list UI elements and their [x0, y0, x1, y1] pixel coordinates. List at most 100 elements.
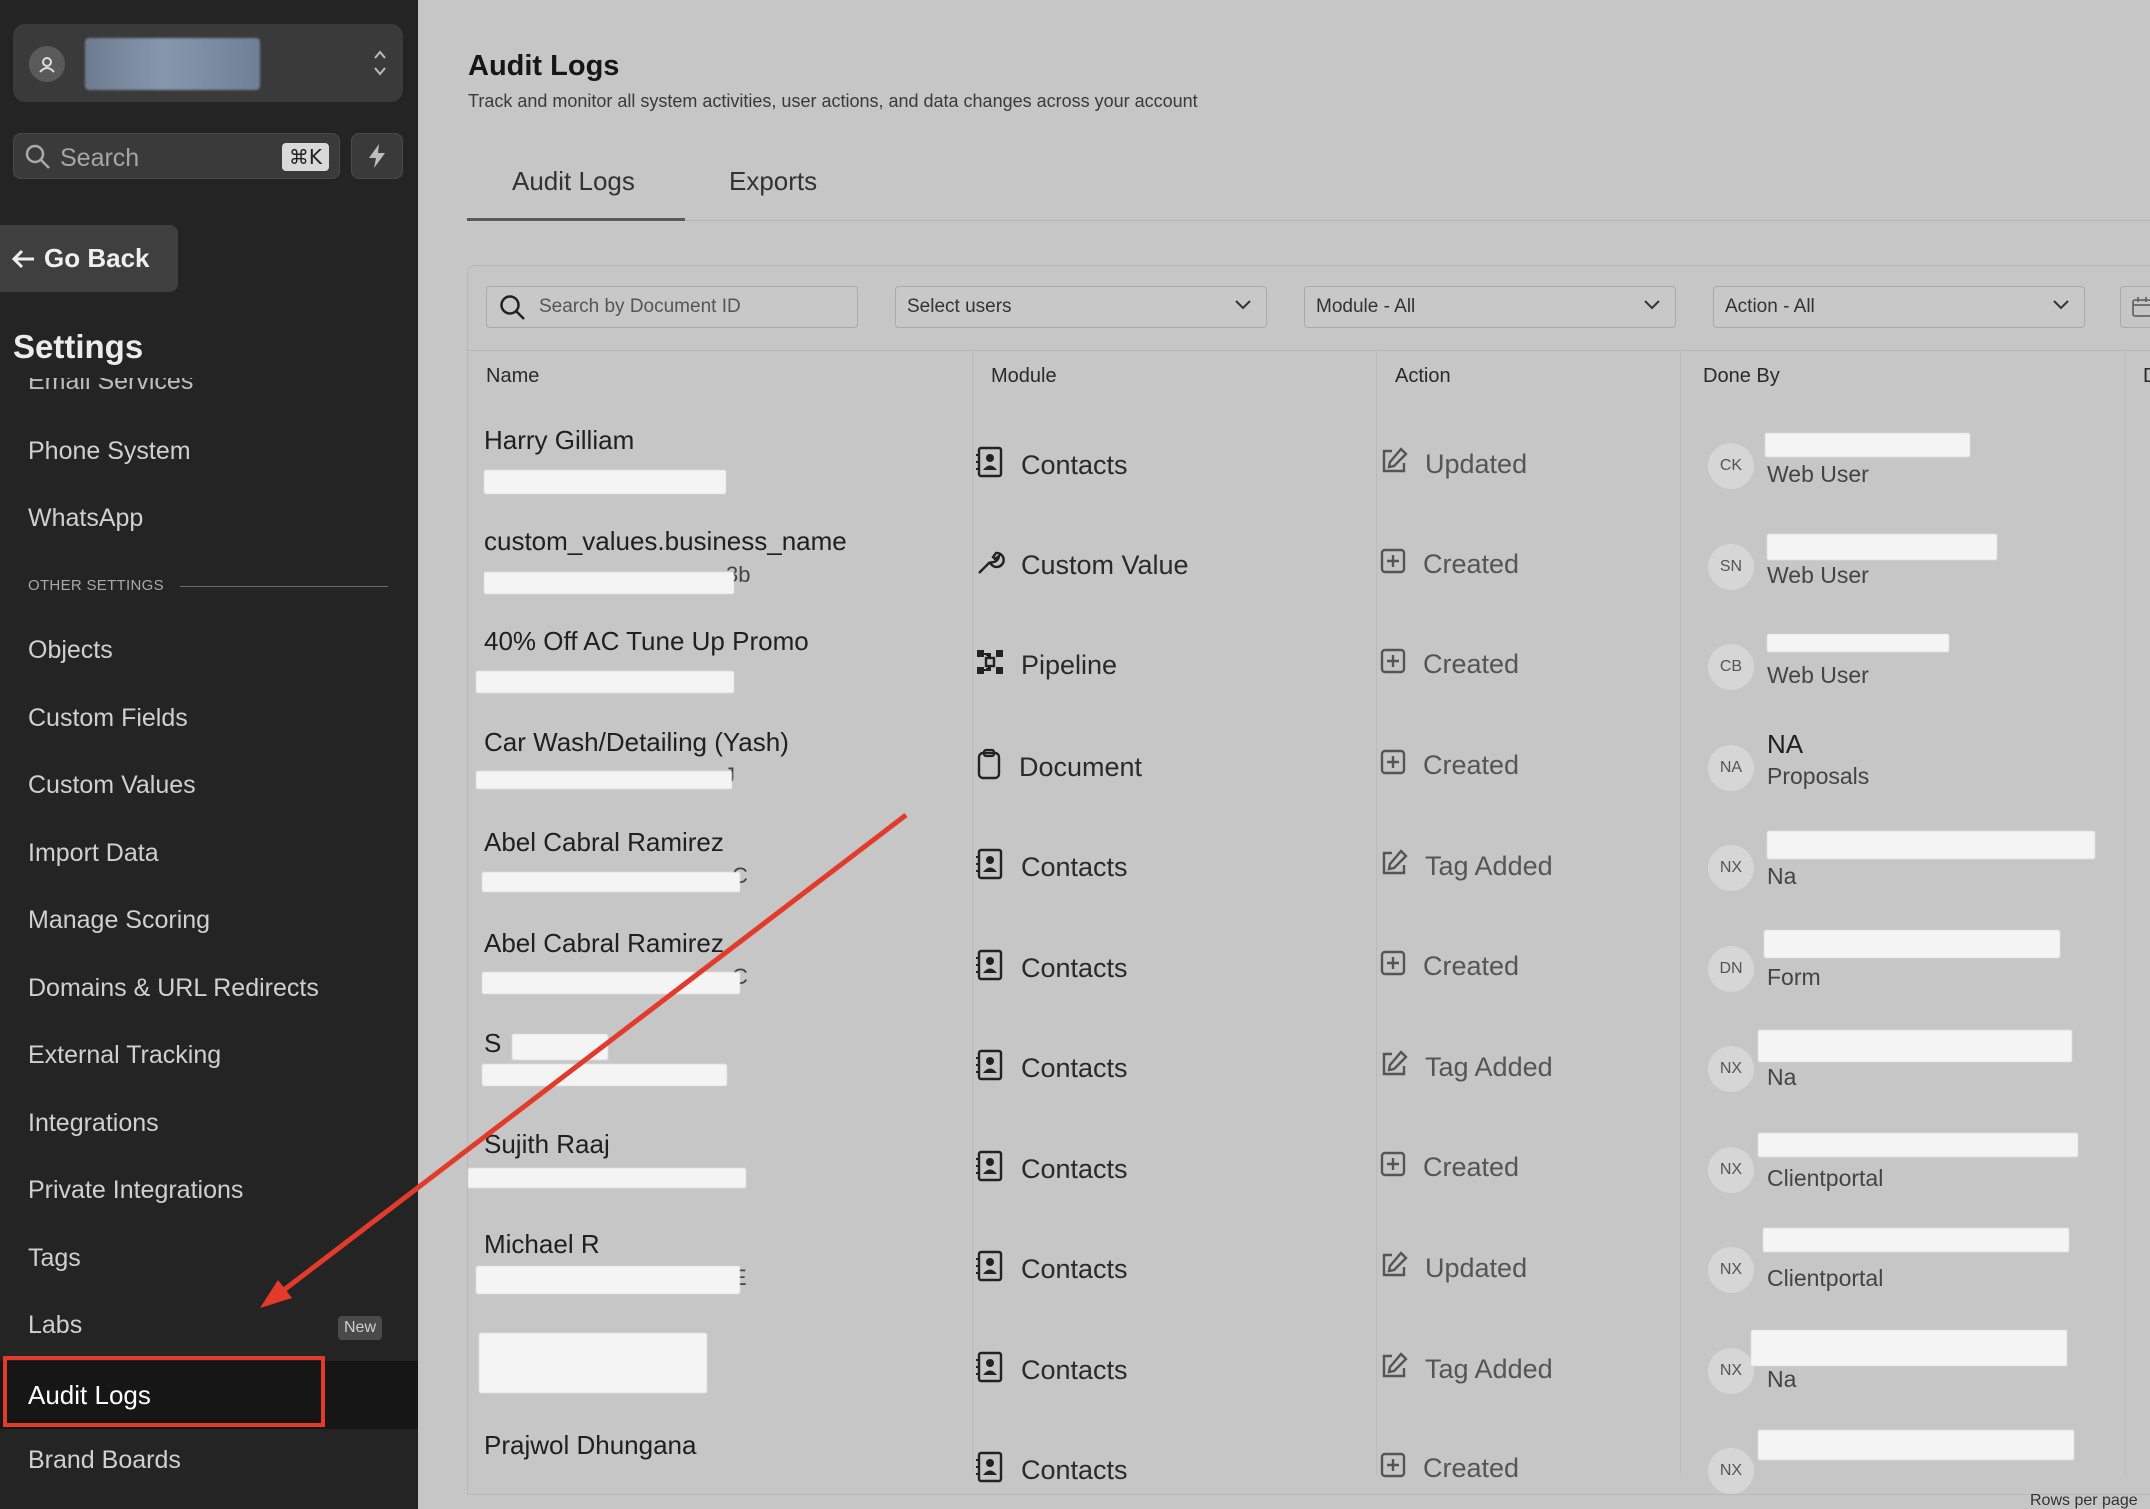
- arrow-left-icon: [12, 249, 34, 268]
- sidebar-item-brand-boards[interactable]: Brand Boards: [28, 1446, 181, 1475]
- row-module: Contacts: [975, 1250, 1128, 1289]
- search-icon: [25, 144, 50, 169]
- document-id-search-input[interactable]: Search by Document ID: [486, 286, 858, 328]
- user-avatar: NX: [1708, 1046, 1754, 1092]
- labs-new-badge: New: [338, 1316, 383, 1340]
- module-filter-dropdown[interactable]: Module - All: [1304, 286, 1676, 328]
- row-action: Updated: [1379, 1250, 1527, 1287]
- section-label-other-settings: OTHER SETTINGS: [28, 577, 164, 594]
- redacted-user: [1758, 1030, 2072, 1062]
- sidebar-item-manage-scoring[interactable]: Manage Scoring: [28, 906, 210, 935]
- date-range-picker[interactable]: [2120, 286, 2150, 328]
- page-subtitle: Track and monitor all system activities,…: [468, 91, 1198, 111]
- column-header-done-by: Done By: [1703, 365, 1780, 387]
- row-module: Contacts: [975, 848, 1128, 887]
- sidebar-item-custom-values[interactable]: Custom Values: [28, 771, 196, 800]
- contact-card-icon: [975, 848, 1005, 887]
- redacted-user: [1767, 634, 1949, 652]
- user-avatar: NX: [1708, 1146, 1754, 1193]
- row-name: custom_values.business_name: [484, 525, 847, 556]
- user-avatar: NX: [1708, 1247, 1754, 1293]
- edit-icon: [1379, 1250, 1409, 1287]
- sidebar-item-external-tracking[interactable]: External Tracking: [28, 1041, 221, 1070]
- sidebar-item-tags[interactable]: Tags: [28, 1244, 81, 1273]
- sidebar-item-clipped[interactable]: Email Services: [28, 378, 193, 394]
- row-module-label: Contacts: [1021, 1053, 1128, 1083]
- row-done-by-source: Web User: [1767, 461, 1869, 487]
- go-back-button[interactable]: Go Back: [0, 225, 178, 292]
- row-action-label: Created: [1423, 649, 1520, 679]
- sidebar-item-custom-fields[interactable]: Custom Fields: [28, 704, 188, 733]
- redacted-user: [1758, 1133, 2078, 1157]
- row-action: Created: [1379, 1150, 1519, 1185]
- row-done-by-source: Na: [1767, 1365, 1797, 1392]
- sidebar-item-phone-system[interactable]: Phone System: [28, 437, 191, 466]
- sidebar-item-domains[interactable]: Domains & URL Redirects: [28, 974, 319, 1003]
- redacted-detail: [476, 771, 732, 789]
- tab-exports[interactable]: Exports: [729, 166, 817, 197]
- plus-square-icon: [1379, 547, 1407, 582]
- row-action-label: Created: [1423, 749, 1520, 780]
- tab-audit-logs[interactable]: Audit Logs: [512, 166, 635, 197]
- sidebar-search[interactable]: Search ⌘K: [13, 133, 340, 179]
- row-action-label: Created: [1423, 1151, 1520, 1182]
- annotation-highlight-box: [3, 1356, 325, 1427]
- sidebar-item-private-integrations[interactable]: Private Integrations: [28, 1176, 243, 1205]
- sidebar-item-objects[interactable]: Objects: [28, 636, 113, 665]
- quick-actions-button[interactable]: [351, 133, 403, 179]
- row-module: Document: [975, 748, 1142, 787]
- row-module: Contacts: [975, 1351, 1128, 1390]
- redacted-user: [1751, 1330, 2067, 1366]
- user-avatar: CB: [1708, 644, 1754, 690]
- redacted-detail: [484, 470, 726, 494]
- calendar-icon: [2132, 297, 2150, 317]
- row-module: Contacts: [975, 1049, 1128, 1088]
- sidebar-item-import-data[interactable]: Import Data: [28, 839, 159, 868]
- row-module-label: Contacts: [1021, 852, 1128, 882]
- location-icon: [29, 46, 65, 82]
- row-action-label: Updated: [1425, 449, 1528, 479]
- chevron-down-icon: [2053, 300, 2069, 310]
- search-placeholder: Search by Document ID: [539, 296, 741, 317]
- row-module-label: Contacts: [1021, 1455, 1128, 1485]
- row-done-by-source: Web User: [1767, 561, 1869, 588]
- sidebar-item-integrations[interactable]: Integrations: [28, 1109, 159, 1138]
- plus-square-icon: [1379, 949, 1407, 984]
- redacted-detail: [482, 1064, 727, 1086]
- contact-card-icon: [975, 446, 1005, 485]
- plus-square-icon: [1379, 647, 1407, 682]
- row-name: 40% Off AC Tune Up Promo: [484, 626, 809, 656]
- chevron-down-icon: [1235, 300, 1251, 310]
- row-action: Created: [1379, 547, 1519, 582]
- select-users-dropdown[interactable]: Select users: [895, 286, 1267, 328]
- account-switcher[interactable]: [13, 24, 403, 102]
- user-avatar: NX: [1708, 845, 1754, 891]
- action-filter-dropdown[interactable]: Action - All: [1713, 286, 2085, 328]
- pipeline-icon: [975, 647, 1005, 684]
- redacted-name: [479, 1333, 707, 1393]
- column-header-action: Action: [1395, 365, 1451, 387]
- row-action: Tag Added: [1379, 1351, 1553, 1388]
- row-action: Created: [1379, 647, 1519, 682]
- account-name-redacted: [85, 38, 260, 90]
- edit-icon: [1379, 446, 1409, 483]
- row-action: Created: [1379, 949, 1519, 984]
- action-filter-label: Action - All: [1725, 296, 1815, 317]
- row-module: Contacts: [975, 446, 1128, 485]
- redacted-detail: [484, 572, 734, 594]
- user-avatar: CK: [1708, 443, 1754, 489]
- lightning-icon: [369, 144, 385, 168]
- row-done-by-source: Proposals: [1767, 762, 1870, 789]
- row-module: Contacts: [975, 1451, 1128, 1490]
- sidebar-item-labs[interactable]: Labs: [28, 1311, 82, 1340]
- sidebar-item-whatsapp[interactable]: WhatsApp: [28, 504, 143, 533]
- tabs-divider: [467, 220, 2150, 221]
- row-action: Created: [1379, 1451, 1519, 1486]
- select-users-label: Select users: [907, 296, 1012, 317]
- row-action-label: Created: [1423, 548, 1520, 579]
- row-module: Contacts: [975, 1150, 1128, 1189]
- row-name: Michael R: [484, 1229, 600, 1259]
- user-avatar: NX: [1708, 1448, 1754, 1494]
- row-action-label: Tag Added: [1425, 851, 1553, 881]
- user-avatar: SN: [1708, 543, 1754, 590]
